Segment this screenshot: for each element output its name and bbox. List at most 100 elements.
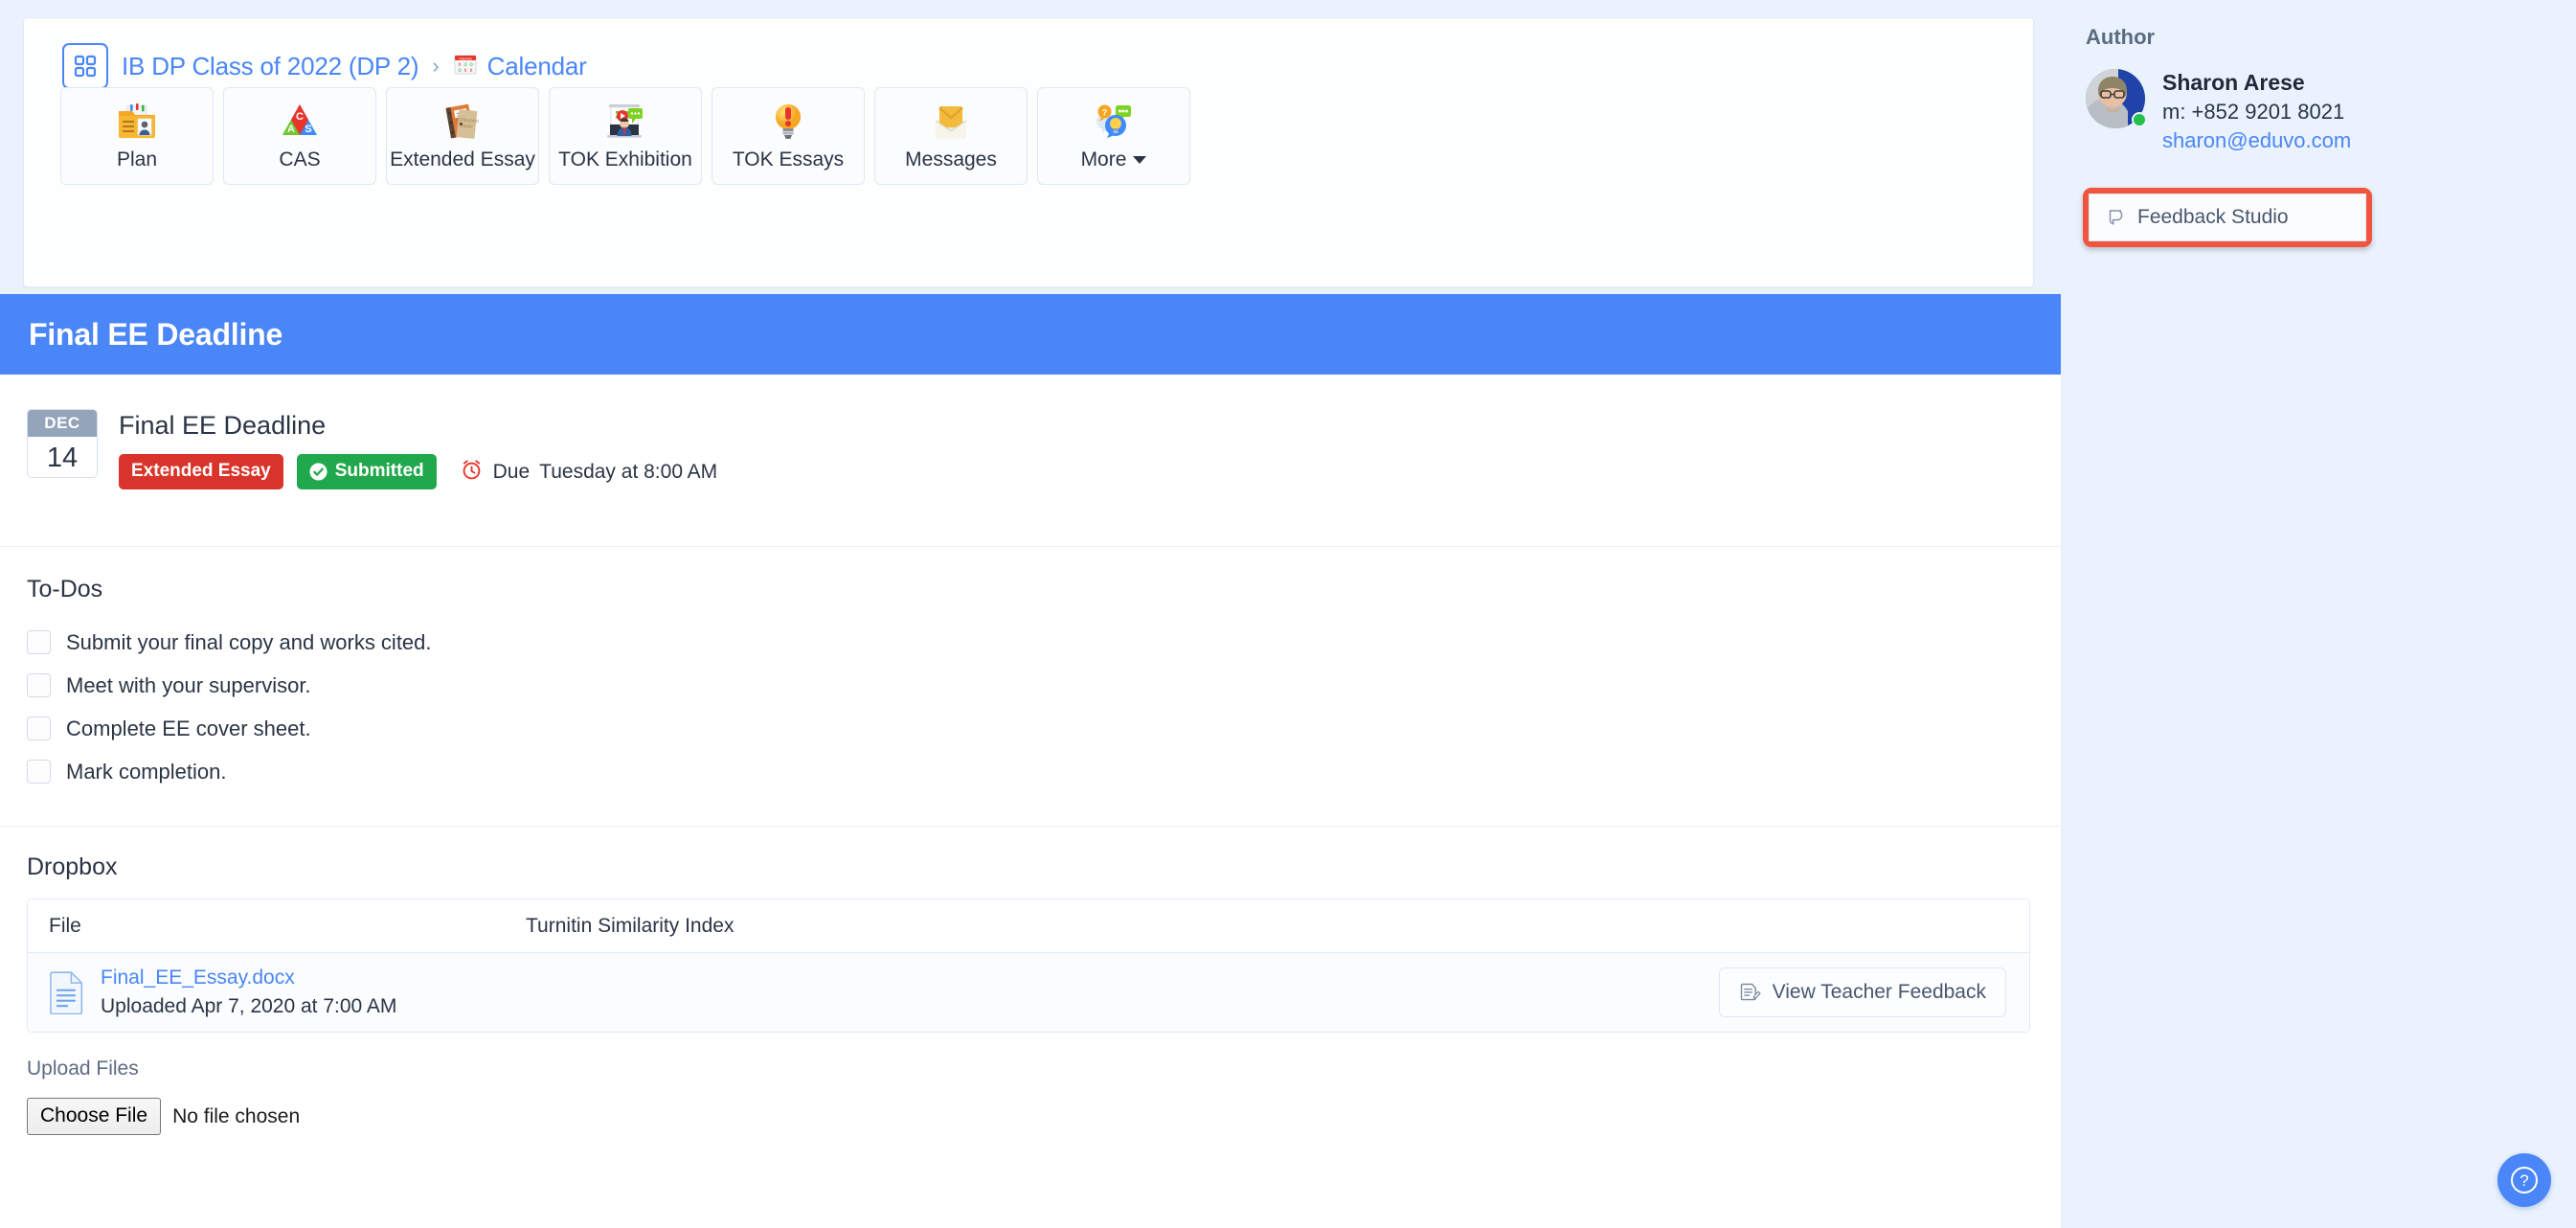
turnitin-icon (2105, 207, 2126, 228)
due-value: Tuesday at 8:00 AM (539, 460, 718, 483)
feedback-studio-label: Feedback Studio (2137, 206, 2289, 228)
todo-label: Submit your final copy and works cited. (66, 629, 432, 654)
todos-title: To-Dos (27, 576, 103, 603)
author-phone: m: +852 9201 8021 (2162, 100, 2345, 124)
svg-text:C: C (296, 111, 304, 123)
breadcrumb: IB DP Class of 2022 (DP 2) › Calendar x … (62, 43, 587, 89)
tile-label: More (1081, 148, 1147, 171)
file-chosen-status: No file chosen (172, 1104, 301, 1127)
view-teacher-feedback-label: View Teacher Feedback (1772, 981, 1986, 1003)
tile-cas[interactable]: C A S CAS (223, 87, 376, 185)
tile-more[interactable]: ? More (1037, 87, 1190, 185)
todo-checkbox[interactable] (27, 716, 51, 740)
todo-label: Mark completion. (66, 759, 227, 784)
date-month: DEC (28, 410, 97, 437)
tile-messages[interactable]: Messages (874, 87, 1028, 185)
tile-label: Plan (116, 148, 158, 171)
event-info: Final EE Deadline Extended Essay Submitt… (119, 409, 717, 546)
chevron-down-icon (1133, 156, 1147, 164)
alarm-clock-icon (460, 458, 484, 487)
page-title: Final EE Deadline (29, 316, 283, 352)
breadcrumb-calendar-group[interactable]: Calendar x o o o x x Calendar (453, 52, 587, 81)
envelope-icon (929, 101, 973, 141)
date-day: 14 (46, 442, 79, 473)
event-name: Final EE Deadline (119, 411, 327, 440)
due-info: Due Tuesday at 8:00 AM (460, 458, 718, 487)
online-status-dot (2132, 112, 2147, 127)
cas-triangle-icon: C A S (279, 101, 321, 141)
document-icon (49, 970, 85, 1014)
status-badge-label: Submitted (334, 461, 424, 481)
due-label: Due (492, 460, 531, 483)
file-name-link[interactable]: Final_EE_Essay.docx (101, 966, 396, 989)
tile-plan[interactable]: Plan (60, 87, 214, 185)
event-summary-row: DEC 14 Final EE Deadline Extended Essay (0, 375, 2061, 547)
todo-item: Meet with your supervisor. (27, 664, 2061, 707)
event-body: DEC 14 Final EE Deadline Extended Essay (0, 375, 2061, 1228)
tile-label: TOK Exhibition (558, 148, 692, 171)
event-meta: Extended Essay Submitted Due Tuesday at … (119, 454, 717, 489)
todo-checkbox[interactable] (27, 673, 51, 697)
calendar-icon: Calendar x o o o x x (453, 52, 478, 81)
file-input-control: Choose File No file chosen (27, 1098, 2061, 1135)
todo-checkbox[interactable] (27, 630, 51, 654)
essay-books-icon: EXTENDED ESSAY (441, 101, 484, 141)
app-page: IB DP Class of 2022 (DP 2) › Calendar x … (0, 0, 2576, 1228)
nav-tiles: Plan C A S CAS EXTENDED ESSAY Extended E… (60, 87, 1190, 185)
svg-text:?: ? (1102, 108, 1108, 118)
table-header-row: File Turnitin Similarity Index (28, 899, 2029, 953)
dropbox-section: Dropbox File Turnitin Similarity Index F… (0, 827, 2061, 1033)
todo-item: Mark completion. (27, 750, 2061, 793)
tile-label: TOK Essays (732, 148, 845, 171)
author-heading: Author (2086, 25, 2156, 49)
view-teacher-feedback-button[interactable]: View Teacher Feedback (1718, 967, 2006, 1017)
tile-tok-essays[interactable]: TOK Essays (712, 87, 865, 185)
dropbox-table: File Turnitin Similarity Index Final_EE_… (27, 898, 2030, 1033)
author-email-link[interactable]: sharon@eduvo.com (2162, 128, 2351, 153)
svg-text:x: x (469, 68, 472, 74)
todo-item: Submit your final copy and works cited. (27, 621, 2061, 664)
author-sidebar: Author Sharon Arese m: +852 9201 8021 sh… (2061, 0, 2576, 1228)
svg-text:A: A (287, 124, 295, 135)
todo-checkbox[interactable] (27, 760, 51, 784)
breadcrumb-calendar-link[interactable]: Calendar (487, 52, 587, 81)
tile-label: Messages (905, 148, 997, 171)
breadcrumb-separator: › (432, 54, 440, 78)
file-upload-time: Uploaded Apr 7, 2020 at 7:00 AM (101, 995, 397, 1017)
author-name: Sharon Arese (2162, 70, 2305, 95)
help-button[interactable]: ? (2497, 1153, 2551, 1207)
grid-apps-icon[interactable] (62, 43, 108, 89)
svg-text:?: ? (2520, 1171, 2528, 1190)
tile-label: CAS (279, 148, 321, 171)
svg-text:S: S (305, 124, 311, 135)
choose-file-button[interactable]: Choose File (27, 1098, 162, 1135)
feedback-studio-button[interactable]: Feedback Studio (2089, 193, 2366, 241)
status-badge: Submitted (296, 454, 437, 489)
folder-portfolio-icon (116, 101, 158, 141)
lightbulb-alert-icon (769, 101, 807, 141)
feedback-document-icon (1739, 982, 1761, 1004)
todo-label: Complete EE cover sheet. (66, 716, 311, 740)
upload-label: Upload Files (27, 1057, 139, 1080)
todo-item: Complete EE cover sheet. (27, 707, 2061, 750)
file-meta: Final_EE_Essay.docx Uploaded Apr 7, 2020… (101, 966, 396, 1018)
dropbox-title: Dropbox (27, 853, 118, 880)
event-banner: Final EE Deadline (0, 294, 2061, 375)
column-header-file: File (49, 914, 81, 937)
tile-tok-exhibition[interactable]: TOK Exhibition (549, 87, 702, 185)
svg-text:x: x (463, 68, 466, 74)
check-circle-icon (309, 462, 328, 481)
feedback-studio-highlight: Feedback Studio (2083, 188, 2372, 247)
question-mark-icon: ? (2511, 1167, 2538, 1194)
more-bubbles-icon: ? (1092, 101, 1136, 141)
table-row: Final_EE_Essay.docx Uploaded Apr 7, 2020… (28, 953, 2029, 1032)
author-card: Sharon Arese m: +852 9201 8021 sharon@ed… (2086, 69, 2576, 153)
navigation-card: IB DP Class of 2022 (DP 2) › Calendar x … (23, 17, 2034, 287)
breadcrumb-class-link[interactable]: IB DP Class of 2022 (DP 2) (122, 52, 419, 81)
svg-text:Calendar: Calendar (459, 57, 473, 60)
upload-section: Upload Files Choose File No file chosen (0, 1033, 2061, 1135)
main-column: IB DP Class of 2022 (DP 2) › Calendar x … (0, 0, 2061, 1228)
author-details: Sharon Arese m: +852 9201 8021 sharon@ed… (2162, 69, 2351, 153)
tile-extended-essay[interactable]: EXTENDED ESSAY Extended Essay (386, 87, 539, 185)
todos-section: To-Dos Submit your final copy and works … (0, 547, 2061, 827)
